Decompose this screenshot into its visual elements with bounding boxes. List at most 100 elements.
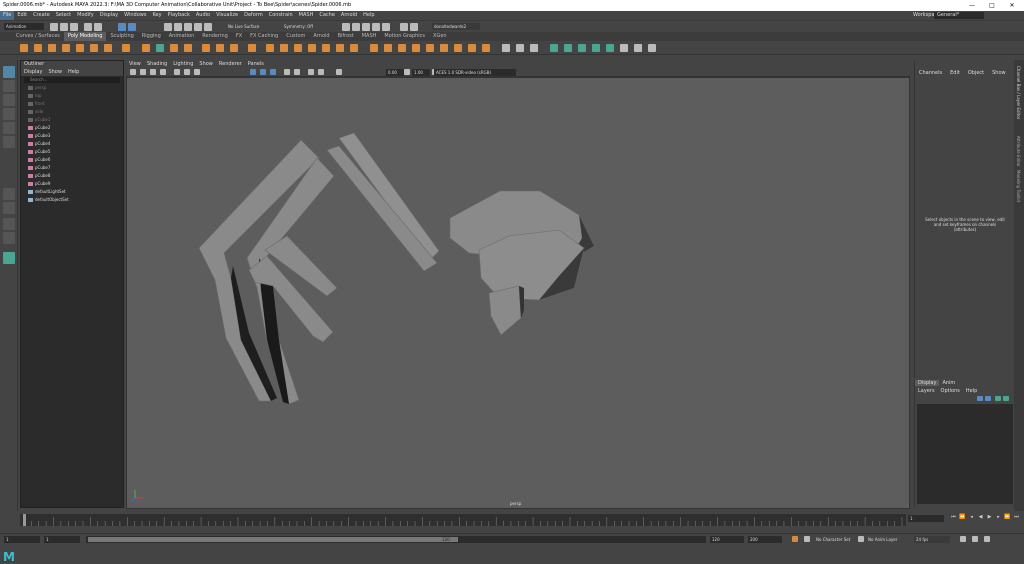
channel-menu-channels[interactable]: Channels <box>915 70 946 76</box>
go-to-start-icon[interactable]: ⏮ <box>950 514 957 521</box>
outliner-row[interactable]: pCube9 <box>21 180 123 188</box>
image-plane-icon[interactable] <box>160 69 166 75</box>
go-to-end-icon[interactable]: ⏭ <box>1013 514 1020 521</box>
ipr-render-icon[interactable] <box>362 23 370 31</box>
scale-tool-icon[interactable] <box>3 136 15 148</box>
shelf-tab-sculpting[interactable]: Sculpting <box>106 32 137 41</box>
step-back-key-icon[interactable]: ⏪ <box>959 514 966 521</box>
shelf-tab-fx[interactable]: FX <box>232 32 246 41</box>
view-transform-dropdown[interactable]: ACES 1.0 SDR-video (sRGB) <box>434 69 516 76</box>
anim-end-field[interactable]: 200 <box>748 536 782 543</box>
poly-cone-icon[interactable] <box>62 44 70 52</box>
outliner-row[interactable]: top <box>21 92 123 100</box>
play-backward-icon[interactable]: ◀ <box>977 514 984 521</box>
layer-tab-display[interactable]: Display <box>915 380 940 386</box>
layer-tab-anim[interactable]: Anim <box>939 380 958 386</box>
layout-uv-icon[interactable] <box>648 44 656 52</box>
channel-menu-edit[interactable]: Edit <box>946 70 964 76</box>
shelf-tab-poly-modeling[interactable]: Poly Modeling <box>63 32 107 41</box>
gamma-field[interactable]: 1.00 <box>412 69 430 76</box>
separate-icon[interactable] <box>216 44 224 52</box>
close-button[interactable]: ✕ <box>1002 0 1022 11</box>
menu-windows[interactable]: Windows <box>121 11 149 20</box>
offset-edge-loop-icon[interactable] <box>412 44 420 52</box>
film-gate-icon[interactable] <box>184 69 190 75</box>
new-layer-icon[interactable] <box>995 396 1001 401</box>
shelf-tab-motion-graphics[interactable]: Motion Graphics <box>380 32 429 41</box>
insert-edge-loop-icon[interactable] <box>398 44 406 52</box>
range-slider-handle[interactable] <box>88 537 458 542</box>
lasso-tool-icon[interactable] <box>3 80 15 92</box>
poly-cube-icon[interactable] <box>34 44 42 52</box>
outliner-row[interactable]: persp <box>21 84 123 92</box>
rotate-tool-icon[interactable] <box>3 122 15 134</box>
undo-icon[interactable] <box>84 23 92 31</box>
menu-display[interactable]: Display <box>97 11 121 20</box>
automatic-map-icon[interactable] <box>578 44 586 52</box>
fps-dropdown[interactable]: 24 fps <box>914 536 950 543</box>
smooth-shade-icon[interactable] <box>260 69 266 75</box>
range-start-field[interactable]: 1 <box>4 536 40 543</box>
character-set-dropdown[interactable]: No Character Set <box>816 536 850 543</box>
append-polygon-icon[interactable] <box>322 44 330 52</box>
gamma-icon[interactable] <box>404 69 410 75</box>
current-frame-field[interactable]: 1 <box>908 515 944 522</box>
loop-icon[interactable] <box>960 536 966 542</box>
live-surface-label[interactable]: No Live Surface <box>228 23 259 30</box>
save-scene-icon[interactable] <box>70 23 78 31</box>
snap-to-curve-icon[interactable] <box>174 23 182 31</box>
menu-deform[interactable]: Deform <box>241 11 266 20</box>
menu-create[interactable]: Create <box>30 11 53 20</box>
layer-up-icon[interactable] <box>977 396 983 401</box>
spherical-map-icon[interactable] <box>606 44 614 52</box>
move-tool-icon[interactable] <box>3 108 15 120</box>
poly-disc-icon[interactable] <box>104 44 112 52</box>
make-live-icon[interactable] <box>204 23 212 31</box>
outliner-row[interactable]: front <box>21 100 123 108</box>
fill-hole-icon[interactable] <box>308 44 316 52</box>
paint-select-icon[interactable] <box>516 44 524 52</box>
combine-icon[interactable] <box>202 44 210 52</box>
grid-toggle-icon[interactable] <box>174 69 180 75</box>
snap-to-view-plane-icon[interactable] <box>194 23 202 31</box>
merge-icon[interactable] <box>336 44 344 52</box>
xray-icon[interactable] <box>308 69 314 75</box>
shelf-tab-rigging[interactable]: Rigging <box>138 32 165 41</box>
textured-icon[interactable] <box>270 69 276 75</box>
shelf-tab-rendering[interactable]: Rendering <box>198 32 232 41</box>
quad-draw-icon[interactable] <box>454 44 462 52</box>
layer-list[interactable] <box>917 404 1013 504</box>
select-tool-icon[interactable] <box>3 66 15 78</box>
step-back-frame-icon[interactable]: ◂ <box>968 514 975 521</box>
outliner-row[interactable]: pCube2 <box>21 124 123 132</box>
shelf-tab-custom[interactable]: Custom <box>282 32 309 41</box>
outliner-search-input[interactable]: Search... <box>24 77 120 83</box>
menu-edit[interactable]: Edit <box>14 11 30 20</box>
resolution-gate-icon[interactable] <box>194 69 200 75</box>
menu-modify[interactable]: Modify <box>74 11 97 20</box>
side-tab-channel-box[interactable]: Channel Box / Layer Editor <box>1016 66 1021 119</box>
outliner-row[interactable]: defaultLightSet <box>21 188 123 196</box>
outliner-row[interactable]: pCube7 <box>21 164 123 172</box>
arnold-render-icon[interactable] <box>400 23 408 31</box>
viewport-menu-view[interactable]: View <box>126 61 144 67</box>
reduce-icon[interactable] <box>468 44 476 52</box>
multi-cut-icon[interactable] <box>370 44 378 52</box>
viewport-menu-show[interactable]: Show <box>196 61 216 67</box>
hypershade-icon[interactable] <box>382 23 390 31</box>
boolean-union-icon[interactable] <box>248 44 256 52</box>
menu-arnold[interactable]: Arnold <box>338 11 360 20</box>
channel-menu-show[interactable]: Show <box>988 70 1010 76</box>
poly-plane-icon[interactable] <box>90 44 98 52</box>
outliner-menu-show[interactable]: Show <box>45 69 65 75</box>
connect-icon[interactable] <box>440 44 448 52</box>
shelf-tab-animation[interactable]: Animation <box>165 32 199 41</box>
cylindrical-map-icon[interactable] <box>592 44 600 52</box>
outliner-menu-display[interactable]: Display <box>21 69 45 75</box>
workspace-dropdown[interactable]: General* <box>934 12 984 19</box>
target-weld-icon[interactable] <box>426 44 434 52</box>
shelf-tab-curves[interactable]: Curves / Surfaces <box>12 32 64 41</box>
menu-select[interactable]: Select <box>53 11 74 20</box>
menu-help[interactable]: Help <box>360 11 377 20</box>
menu-file[interactable]: File <box>0 11 15 20</box>
